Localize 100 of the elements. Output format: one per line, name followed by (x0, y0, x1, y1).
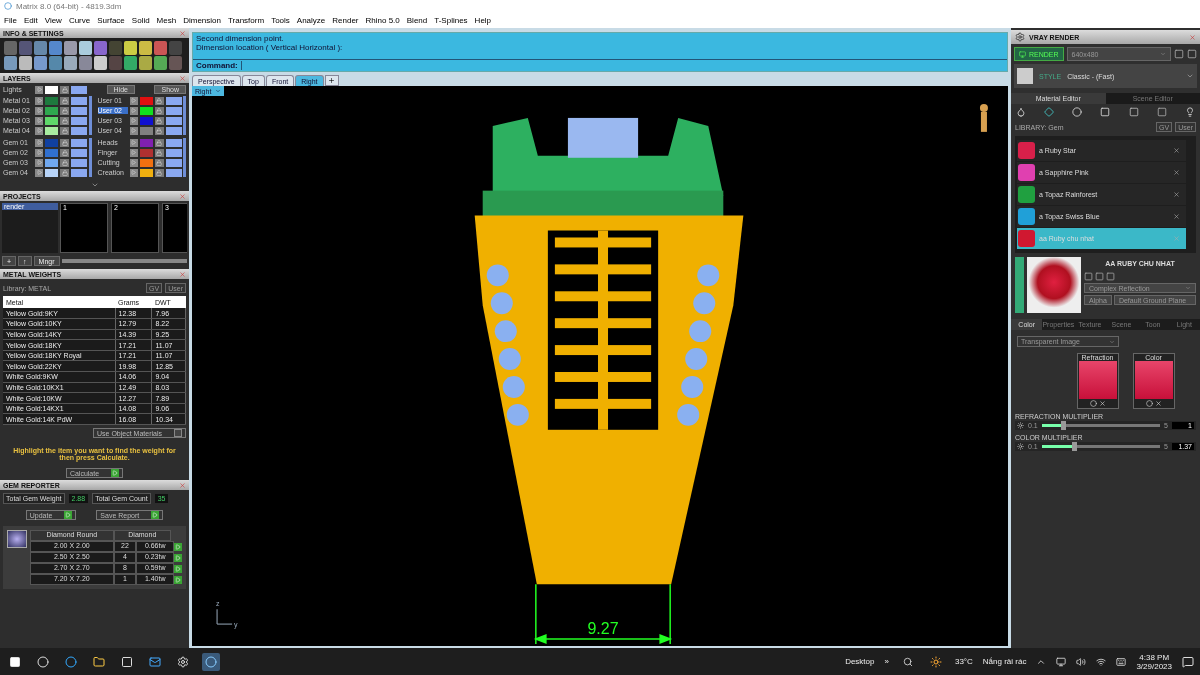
visibility-bar[interactable] (71, 106, 87, 115)
lock-icon[interactable] (154, 106, 164, 115)
slider-track[interactable] (1041, 445, 1161, 448)
lock-icon[interactable] (60, 158, 69, 167)
menu-item[interactable]: File (4, 15, 17, 25)
color-wheel-icon[interactable] (1089, 400, 1097, 407)
play-icon[interactable] (129, 138, 138, 147)
visibility-bar[interactable] (71, 96, 87, 105)
remove-icon[interactable] (1173, 169, 1180, 176)
remove-icon[interactable] (1173, 191, 1180, 198)
sphere-icon[interactable] (1072, 107, 1083, 117)
visibility-bar[interactable] (165, 106, 182, 115)
play-icon[interactable] (35, 126, 43, 135)
lock-icon[interactable] (60, 138, 69, 147)
sun-icon[interactable] (1017, 422, 1024, 429)
lock-icon[interactable] (60, 148, 69, 157)
play-icon[interactable] (174, 575, 182, 584)
play-icon[interactable] (35, 116, 43, 125)
menu-item[interactable]: Transform (227, 15, 265, 25)
play-icon[interactable] (64, 511, 73, 520)
visibility-bar[interactable] (165, 158, 182, 167)
play-icon[interactable] (129, 126, 138, 135)
menu-item[interactable]: View (44, 15, 62, 25)
volume-icon[interactable] (1076, 656, 1087, 667)
play-icon[interactable] (35, 96, 43, 105)
play-icon[interactable] (35, 138, 43, 147)
visibility-bar[interactable] (165, 138, 182, 147)
expand-icon[interactable] (90, 181, 99, 189)
visibility-bar[interactable] (165, 168, 182, 177)
desktop-toolbar[interactable]: Desktop (845, 657, 875, 666)
visibility-bar[interactable] (71, 138, 87, 147)
swatch-preview[interactable] (1078, 361, 1117, 399)
menu-item[interactable]: Curve (68, 15, 91, 25)
lock-icon[interactable] (154, 116, 164, 125)
lock-icon[interactable] (154, 148, 164, 157)
drop-icon[interactable] (1016, 107, 1026, 117)
visibility-bar[interactable] (71, 168, 87, 177)
remove-icon[interactable] (1173, 213, 1180, 220)
slider-track[interactable] (1041, 424, 1161, 427)
play-icon[interactable] (111, 469, 120, 478)
visibility-bar[interactable] (165, 116, 182, 125)
visibility-bar[interactable] (165, 126, 182, 135)
lock-icon[interactable] (154, 138, 164, 147)
play-icon[interactable] (35, 85, 43, 94)
play-icon[interactable] (151, 511, 160, 520)
keyboard-icon[interactable] (1116, 656, 1127, 667)
play-icon[interactable] (129, 168, 138, 177)
lock-icon[interactable] (60, 96, 69, 105)
lock-icon[interactable] (154, 126, 164, 135)
slider-thumb[interactable] (1061, 421, 1067, 430)
play-icon[interactable] (174, 553, 182, 562)
visibility-bar[interactable] (71, 126, 87, 135)
gem-icon[interactable] (1044, 107, 1055, 117)
menu-item[interactable]: Surface (97, 15, 125, 25)
play-icon[interactable] (129, 158, 138, 167)
play-icon[interactable] (129, 106, 138, 115)
remove-icon[interactable] (1173, 147, 1180, 154)
lock-icon[interactable] (60, 116, 69, 125)
dropdown-icon[interactable] (1186, 72, 1194, 80)
checkbox[interactable] (174, 429, 182, 438)
play-icon[interactable] (174, 564, 182, 573)
lock-icon[interactable] (60, 126, 69, 135)
visibility-bar[interactable] (71, 85, 87, 94)
swatch-preview[interactable] (1134, 361, 1173, 399)
visibility-bar[interactable] (71, 116, 87, 125)
visibility-bar[interactable] (71, 158, 87, 167)
color-wheel-icon[interactable] (1145, 400, 1153, 407)
lock-icon[interactable] (154, 158, 164, 167)
menu-item[interactable]: Solid (131, 15, 150, 25)
menu-item[interactable]: Mesh (156, 15, 177, 25)
more-button[interactable]: » (884, 657, 889, 666)
lock-icon[interactable] (154, 168, 164, 177)
bulb-icon[interactable] (1184, 107, 1195, 117)
network-icon[interactable] (1056, 656, 1067, 667)
notification-icon[interactable] (1182, 655, 1194, 668)
play-icon[interactable] (129, 148, 138, 157)
menu-item[interactable]: Rhino 5.0 (365, 15, 400, 25)
square-icon[interactable] (1128, 107, 1139, 117)
visibility-bar[interactable] (71, 148, 87, 157)
play-icon[interactable] (35, 148, 43, 157)
lock-icon[interactable] (154, 96, 164, 105)
clock[interactable]: 4:38 PM 3/29/2023 (1136, 652, 1172, 671)
menu-item[interactable]: Analyze (296, 15, 326, 25)
menu-item[interactable]: Dimension (183, 15, 221, 25)
visibility-bar[interactable] (165, 148, 182, 157)
menu-item[interactable]: T-Splines (434, 15, 468, 25)
menu-item[interactable]: Tools (271, 15, 290, 25)
menu-item[interactable]: Help (474, 15, 492, 25)
lock-icon[interactable] (60, 85, 69, 94)
add-tab-button[interactable] (324, 75, 339, 86)
close-icon[interactable] (179, 270, 186, 278)
play-icon[interactable] (129, 96, 138, 105)
visibility-bar[interactable] (165, 96, 182, 105)
close-icon[interactable] (179, 74, 186, 82)
close-icon[interactable] (179, 192, 186, 200)
play-icon[interactable] (35, 106, 43, 115)
lock-icon[interactable] (60, 106, 69, 115)
lock-icon[interactable] (60, 168, 69, 177)
menu-item[interactable]: Render (332, 15, 359, 25)
play-icon[interactable] (129, 116, 138, 125)
